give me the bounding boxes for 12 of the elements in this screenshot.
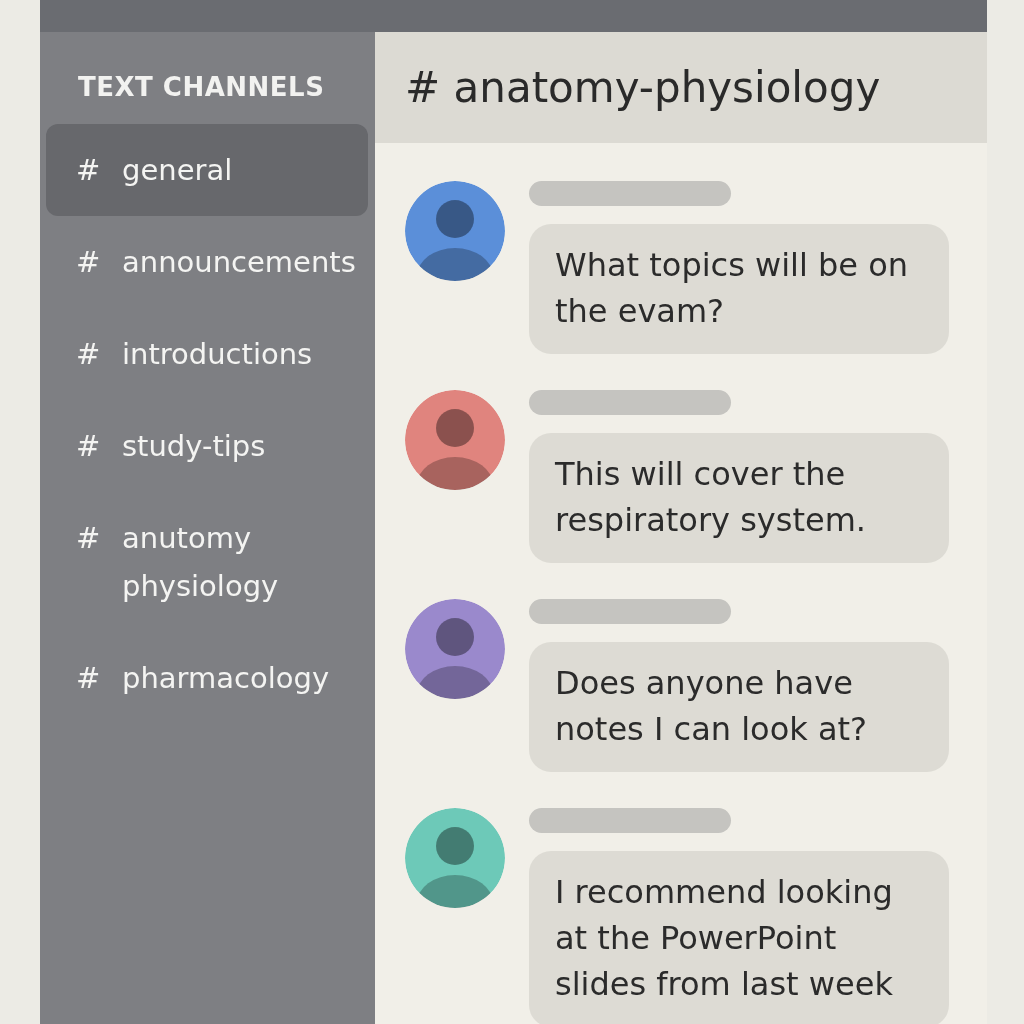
channel-item[interactable]: # announcements [46,216,368,308]
channel-item[interactable]: # anutomy physiology [46,492,368,632]
channel-item[interactable]: # study-tips [46,400,368,492]
channel-item[interactable]: # general [46,124,368,216]
channel-title: # anatomy-physiology [405,63,881,112]
channel-item[interactable]: # pharmacology [46,632,368,724]
channel-item[interactable]: # introductions [46,308,368,400]
message-bubble: I recommend looking at the PowerPoint slides from last week [529,851,949,1024]
message-bubble: What topics will be on the evam? [529,224,949,354]
message-bubble: This will cover the respiratory system. [529,433,949,563]
message-bubble: Does anyone have notes I can look at? [529,642,949,772]
section-heading: TEXT CHANNELS [77,71,326,104]
